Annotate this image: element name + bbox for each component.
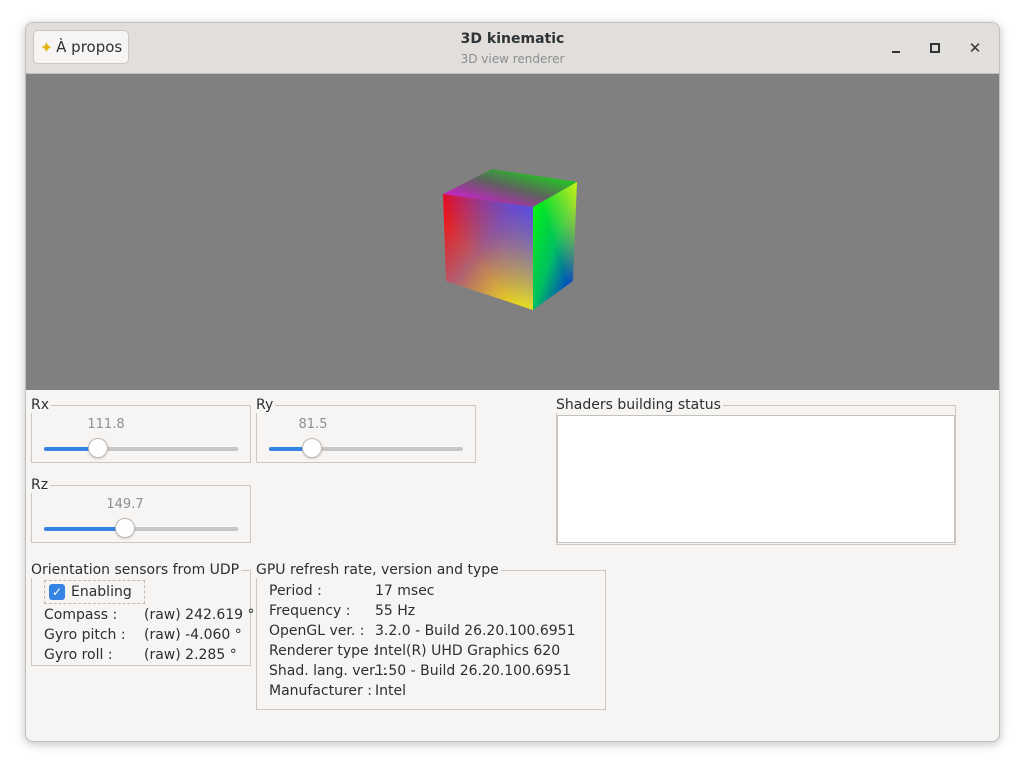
enabling-checkbox[interactable]: ✓ Enabling	[44, 580, 145, 604]
window-subtitle: 3D view renderer	[460, 52, 565, 66]
sensor-name-gyro-pitch: Gyro pitch :	[44, 627, 126, 643]
shaders-status-textview[interactable]	[557, 415, 955, 543]
rx-label: Rx	[31, 397, 52, 413]
gpu-value-opengl: 3.2.0 - Build 26.20.100.6951	[375, 623, 576, 639]
sensor-value-gyro-pitch: (raw) -4.060 °	[144, 627, 242, 643]
header-bar: ✦ À propos 3D kinematic 3D view renderer…	[26, 23, 999, 74]
rz-value: 149.7	[106, 497, 144, 512]
gpu-value-period: 17 msec	[375, 583, 435, 599]
gpu-name-manufacturer: Manufacturer :	[269, 683, 372, 699]
gpu-name-frequency: Frequency :	[269, 603, 351, 619]
ry-value: 81.5	[298, 417, 328, 432]
ry-label: Ry	[256, 397, 276, 413]
gpu-name-period: Period :	[269, 583, 322, 599]
shaders-status-label: Shaders building status	[556, 397, 723, 413]
check-icon: ✓	[49, 584, 65, 600]
ry-slider-thumb[interactable]	[301, 438, 322, 458]
rz-slider-fill	[44, 527, 126, 531]
gpu-name-renderer: Renderer type :	[269, 643, 378, 659]
window-title: 3D kinematic	[460, 31, 565, 47]
gpu-name-opengl: OpenGL ver. :	[269, 623, 365, 639]
gpu-value-manufacturer: Intel	[375, 683, 406, 699]
rx-value: 111.8	[87, 417, 125, 432]
sensors-label: Orientation sensors from UDP	[31, 562, 242, 578]
maximize-icon	[930, 43, 940, 53]
sensor-value-compass: (raw) 242.619 °	[144, 607, 255, 623]
rx-slider-group	[31, 405, 251, 463]
ry-slider[interactable]	[269, 438, 463, 458]
sensor-name-gyro-roll: Gyro roll :	[44, 647, 113, 663]
close-button[interactable]: ✕	[963, 36, 987, 60]
minimize-icon	[892, 51, 900, 53]
gpu-value-shading-lang: 1.50 - Build 26.20.100.6951	[375, 663, 572, 679]
minimize-button[interactable]	[884, 36, 908, 60]
rz-slider[interactable]	[44, 518, 238, 538]
gpu-value-frequency: 55 Hz	[375, 603, 416, 619]
gpu-value-renderer: Intel(R) UHD Graphics 620	[375, 643, 561, 659]
rz-slider-group	[31, 485, 251, 543]
rz-label: Rz	[31, 477, 51, 493]
gpu-name-shading-lang: Shad. lang. ver. :	[269, 663, 388, 679]
ry-slider-group	[256, 405, 476, 463]
sensor-value-gyro-roll: (raw) 2.285 °	[144, 647, 237, 663]
cube-render	[443, 169, 577, 310]
app-window: ✦ À propos 3D kinematic 3D view renderer…	[25, 22, 1000, 742]
rx-slider[interactable]	[44, 438, 238, 458]
close-icon: ✕	[968, 39, 982, 57]
3d-viewport[interactable]	[26, 74, 999, 390]
sensor-name-compass: Compass :	[44, 607, 118, 623]
maximize-button[interactable]	[923, 36, 947, 60]
gpu-info-label: GPU refresh rate, version and type	[256, 562, 501, 578]
enabling-label: Enabling	[71, 584, 132, 600]
